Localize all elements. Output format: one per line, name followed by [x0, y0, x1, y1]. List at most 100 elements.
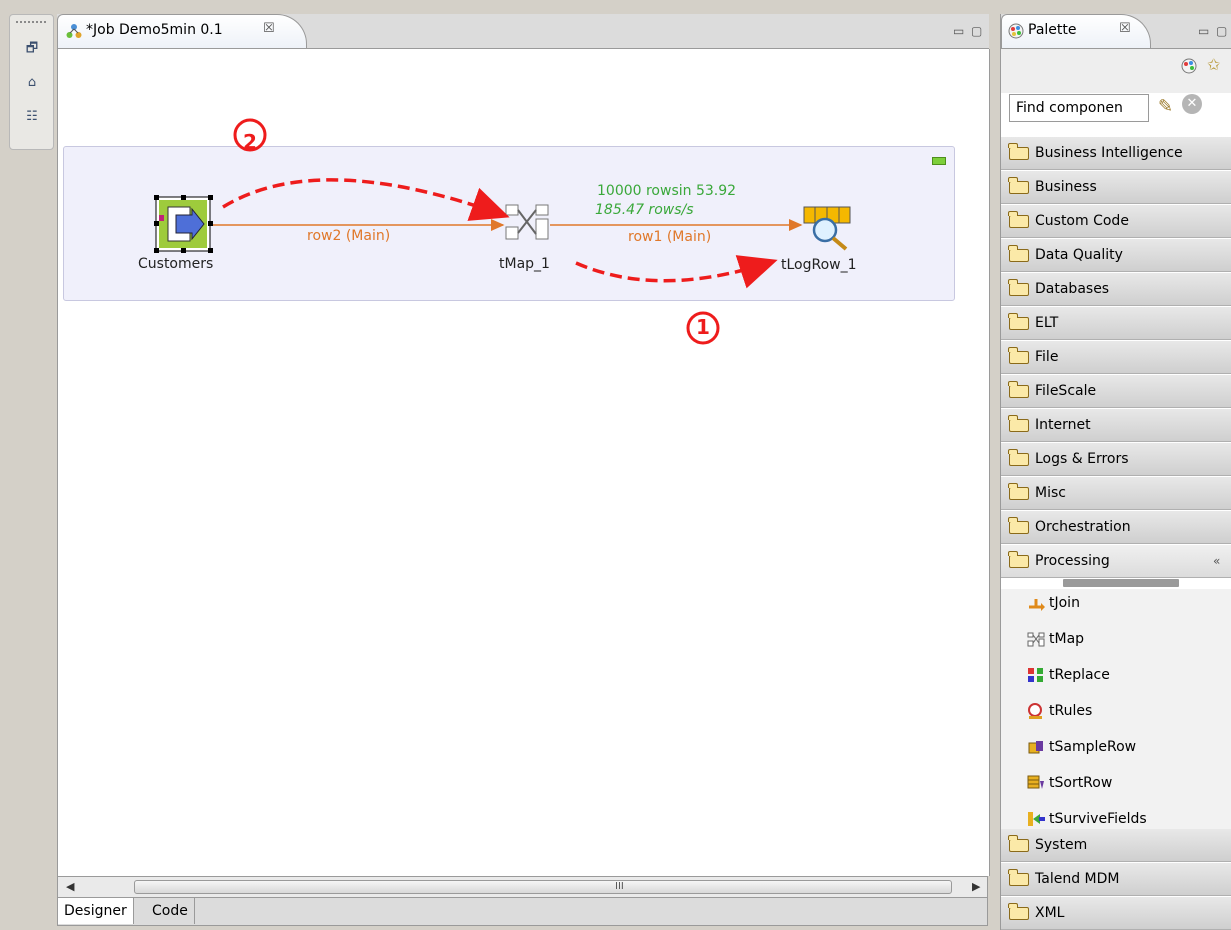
folder-icon — [1008, 869, 1029, 886]
drawer-label: Orchestration — [1035, 519, 1131, 535]
annotation-arrow-2 — [222, 178, 510, 221]
drawer-databases[interactable]: Databases — [1001, 273, 1231, 306]
link-row1-label[interactable]: row1 (Main) — [628, 229, 711, 245]
tlogrow-component[interactable] — [803, 206, 851, 251]
annotation-number-2: 2 — [243, 130, 257, 154]
scrollbar-thumb[interactable]: III — [134, 880, 952, 894]
palette-search-input[interactable] — [1009, 94, 1149, 122]
outline-icon[interactable]: ☷ — [24, 109, 40, 125]
drawer-label: Custom Code — [1035, 213, 1129, 229]
palette-tab[interactable]: Palette ☒ — [1001, 14, 1151, 48]
link-row2-label[interactable]: row2 (Main) — [307, 228, 390, 244]
row-count-stat: 10000 rowsin 53.92 — [597, 183, 737, 199]
drawer-label: Data Quality — [1035, 247, 1123, 263]
minimize-icon[interactable]: ▭ — [953, 24, 964, 38]
scroll-up-marker[interactable] — [1063, 579, 1179, 587]
pin-icon[interactable]: « — [1213, 545, 1220, 578]
drawer-misc[interactable]: Misc — [1001, 477, 1231, 510]
drawer-label: System — [1035, 837, 1088, 853]
clear-search-icon[interactable]: ✕ — [1182, 94, 1202, 114]
folder-icon — [1008, 903, 1029, 920]
palette-tabbar: Palette ☒ ▭ ▢ — [1001, 14, 1231, 48]
folder-icon — [1008, 245, 1029, 262]
palette-icon — [1008, 23, 1024, 39]
horizontal-scrollbar[interactable]: ◀ III ▶ — [57, 876, 988, 898]
drawer-filescale[interactable]: FileScale — [1001, 375, 1231, 408]
drawer-xml[interactable]: XML — [1001, 897, 1231, 930]
palette-toolbar: ✩ — [1001, 48, 1231, 93]
folder-icon — [1008, 415, 1029, 432]
tlogrow-label[interactable]: tLogRow_1 — [781, 257, 857, 273]
folder-icon — [1008, 143, 1029, 160]
editor-tab-job[interactable]: *Job Demo5min 0.1 ☒ — [57, 14, 307, 48]
close-icon[interactable]: ☒ — [1119, 21, 1131, 36]
home-icon[interactable]: ⌂ — [24, 75, 40, 91]
maximize-icon[interactable]: ▢ — [1216, 24, 1227, 38]
folder-icon — [1008, 211, 1029, 228]
component-label: tJoin — [1049, 595, 1080, 611]
drawer-data-quality[interactable]: Data Quality — [1001, 239, 1231, 272]
row-rate-stat: 185.47 rows/s — [595, 202, 694, 218]
maximize-icon[interactable]: ▢ — [971, 24, 982, 38]
treplace-icon — [1028, 668, 1043, 682]
drawer-label: XML — [1035, 905, 1065, 921]
customers-label[interactable]: Customers — [138, 256, 213, 272]
folder-icon — [1008, 313, 1029, 330]
tmap-component[interactable] — [505, 204, 549, 240]
restore-icon[interactable]: 🗗 — [24, 41, 40, 57]
drawer-label: Internet — [1035, 417, 1091, 433]
drawer-business[interactable]: Business — [1001, 171, 1231, 204]
drawer-system[interactable]: System — [1001, 829, 1231, 862]
component-tsamplerow[interactable]: tSampleRow — [1027, 739, 1136, 755]
drawer-talend-mdm[interactable]: Talend MDM — [1001, 863, 1231, 896]
tmap-icon — [1027, 632, 1045, 647]
component-tsortrow[interactable]: tSortRow — [1027, 775, 1112, 791]
palette-view: Palette ☒ ▭ ▢ ✩ ✎ ✕ Business Intelligenc… — [1000, 14, 1231, 930]
tjoin-icon — [1029, 599, 1045, 611]
drawer-label: FileScale — [1035, 383, 1097, 399]
tab-code[interactable]: Code — [146, 898, 195, 924]
component-label: tSurviveFields — [1049, 811, 1147, 827]
component-trules[interactable]: tRules — [1027, 703, 1092, 719]
component-treplace[interactable]: tReplace — [1027, 667, 1110, 683]
drawer-label: ELT — [1035, 315, 1059, 331]
folder-icon — [1008, 483, 1029, 500]
close-icon[interactable]: ☒ — [263, 21, 275, 36]
component-label: tMap — [1049, 631, 1085, 647]
editor-tab-title: *Job Demo5min 0.1 — [86, 22, 223, 38]
tsurvivefields-icon — [1028, 812, 1045, 826]
scroll-left-icon[interactable]: ◀ — [66, 880, 74, 893]
drawer-label: Databases — [1035, 281, 1110, 297]
component-label: tRules — [1049, 703, 1093, 719]
folder-icon — [1008, 177, 1029, 194]
customers-component[interactable] — [154, 195, 213, 253]
component-tjoin[interactable]: tJoin — [1027, 595, 1080, 611]
minimize-icon[interactable]: ▭ — [1198, 24, 1209, 38]
tab-designer[interactable]: Designer — [58, 898, 134, 924]
drawer-internet[interactable]: Internet — [1001, 409, 1231, 442]
scrollbar-grip: III — [615, 881, 624, 892]
filter-icon[interactable]: ✎ — [1158, 96, 1173, 117]
palette-settings-icon[interactable] — [1181, 58, 1197, 74]
drawer-processing[interactable]: Processing « — [1001, 545, 1231, 578]
drawer-business-intelligence[interactable]: Business Intelligence — [1001, 137, 1231, 170]
editor-tabbar: *Job Demo5min 0.1 ☒ ▭ ▢ — [57, 14, 989, 49]
trules-icon — [1028, 703, 1042, 719]
scroll-right-icon[interactable]: ▶ — [972, 880, 980, 893]
annotation-number-1: 1 — [696, 315, 710, 339]
drawer-label: Logs & Errors — [1035, 451, 1129, 467]
tmap-label[interactable]: tMap_1 — [499, 256, 550, 272]
trim-grip[interactable] — [16, 21, 46, 23]
component-tsurvivefields[interactable]: tSurviveFields — [1027, 811, 1147, 829]
drawer-logs-errors[interactable]: Logs & Errors — [1001, 443, 1231, 476]
folder-icon — [1008, 347, 1029, 364]
drawer-custom-code[interactable]: Custom Code — [1001, 205, 1231, 238]
favorites-star-icon[interactable]: ✩ — [1207, 55, 1220, 74]
drawer-label: Business — [1035, 179, 1097, 195]
designer-canvas[interactable]: 2 1 Customers tMap_1 tLogRow_1 row2 (Mai… — [57, 49, 990, 876]
drawer-file[interactable]: File — [1001, 341, 1231, 374]
component-tmap[interactable]: tMap — [1027, 631, 1084, 647]
drawer-label: Talend MDM — [1035, 871, 1120, 887]
drawer-orchestration[interactable]: Orchestration — [1001, 511, 1231, 544]
drawer-elt[interactable]: ELT — [1001, 307, 1231, 340]
